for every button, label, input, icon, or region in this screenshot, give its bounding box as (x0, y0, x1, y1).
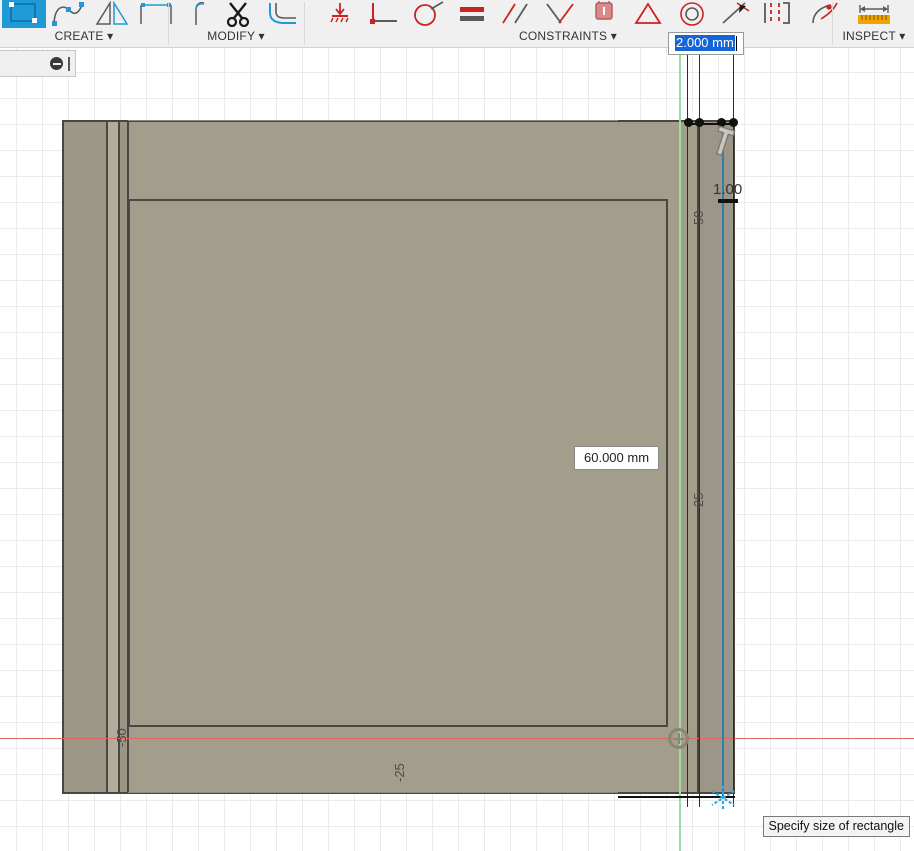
pocket-edge-left (128, 199, 130, 727)
dimension-value-text: 2.000 mm (675, 35, 735, 51)
midpoint-constraint-icon[interactable] (538, 0, 582, 28)
spline-tool-icon[interactable] (46, 0, 90, 28)
sketch-line-2[interactable] (699, 47, 700, 807)
panel-caret-icon (68, 56, 70, 71)
curvature-constraint-icon[interactable] (758, 0, 802, 28)
toolbar-group-constraints: CONSTRAINTS ▾ (306, 0, 838, 47)
mirror-tool-icon[interactable] (90, 0, 134, 28)
toolbar-group-modify: MODIFY ▾ (170, 0, 302, 47)
dimension-value-input[interactable]: 2.000 mm (668, 32, 744, 55)
pocket-edge-bottom (128, 725, 668, 727)
x-axis-line (0, 738, 914, 739)
collinear-constraint-icon[interactable] (714, 0, 758, 28)
axis-label-top: 50 (691, 210, 706, 225)
sketch-line-1[interactable] (687, 47, 688, 807)
tangent-constraint-icon[interactable] (406, 0, 450, 28)
body-edge-left (62, 120, 64, 793)
constraints-label-text: CONSTRAINTS (519, 29, 608, 43)
navigation-mini-panel[interactable] (0, 50, 76, 77)
trim-tool-icon[interactable] (216, 0, 260, 28)
sketch-line-highlighted[interactable] (722, 123, 724, 799)
parallel-constraint-icon[interactable] (494, 0, 538, 28)
create-label-text: CREATE (54, 29, 104, 43)
fix-ground-constraint-icon[interactable] (318, 0, 362, 28)
measure-tool-icon[interactable] (852, 0, 896, 28)
horizontal-vertical-constraint-icon[interactable] (450, 0, 494, 28)
face-seam-top (128, 120, 618, 121)
sketch-canvas[interactable]: -50 -25 25 50 60.000 mm 1.00 (0, 47, 914, 851)
toolbar-group-inspect: INSPECT ▾ (834, 0, 914, 47)
sketch-toolbar: CREATE ▾ MODIFY ▾ CONSTRAINTS ▾ INSPECT … (0, 0, 914, 48)
toolbar-group-modify-label[interactable]: MODIFY ▾ (170, 29, 302, 43)
toolbar-divider (304, 2, 305, 45)
no-entry-icon[interactable] (50, 57, 63, 70)
text-cursor-icon (735, 35, 737, 51)
toolbar-divider (168, 2, 169, 45)
offset-dimension-label[interactable]: 1.00 (713, 181, 742, 198)
toolbar-divider (832, 2, 833, 45)
axis-label-right: 25 (691, 492, 706, 507)
symmetry-constraint-icon[interactable] (626, 0, 670, 28)
chevron-down-icon: ▾ (610, 29, 617, 43)
axis-label-bottom: -25 (392, 763, 407, 782)
perpendicular-constraint-icon[interactable] (362, 0, 406, 28)
equal-constraint-icon[interactable] (582, 0, 626, 28)
pocket-edge-right (666, 199, 668, 727)
face-seam-bottom (128, 792, 618, 793)
cursor-pointer-icon (712, 125, 738, 166)
status-tooltip: Specify size of rectangle (762, 816, 910, 837)
rectangle-tool-icon[interactable] (2, 0, 46, 28)
chevron-down-icon: ▾ (258, 29, 265, 43)
sketch-origin-marker[interactable] (668, 728, 689, 749)
axis-label-left: -50 (114, 728, 129, 747)
snap-point-icon (707, 782, 739, 819)
toolbar-group-create: CREATE ▾ (0, 0, 205, 47)
inspect-label-text: INSPECT (842, 29, 896, 43)
width-dimension-label[interactable]: 60.000 mm (574, 446, 660, 470)
application-window: CREATE ▾ MODIFY ▾ CONSTRAINTS ▾ INSPECT … (0, 0, 914, 851)
toolbar-group-create-label[interactable]: CREATE ▾ (0, 29, 168, 43)
face-band-left (62, 121, 107, 792)
fillet-tool-icon[interactable] (260, 0, 304, 28)
body-edge-inner-2 (118, 120, 120, 793)
pocket-edge-top (128, 199, 668, 201)
body-edge-inner-1 (106, 120, 108, 793)
sketch-point-2[interactable] (695, 118, 704, 127)
chevron-down-icon: ▾ (107, 29, 114, 43)
chevron-down-icon: ▾ (899, 29, 906, 43)
modify-label-text: MODIFY (207, 29, 255, 43)
toolbar-group-constraints-label[interactable]: CONSTRAINTS ▾ (306, 29, 830, 43)
toolbar-group-inspect-label[interactable]: INSPECT ▾ (834, 29, 914, 43)
sketch-point-1[interactable] (684, 118, 693, 127)
concentric-constraint-icon[interactable] (670, 0, 714, 28)
dimension-tick-bar (718, 199, 738, 203)
